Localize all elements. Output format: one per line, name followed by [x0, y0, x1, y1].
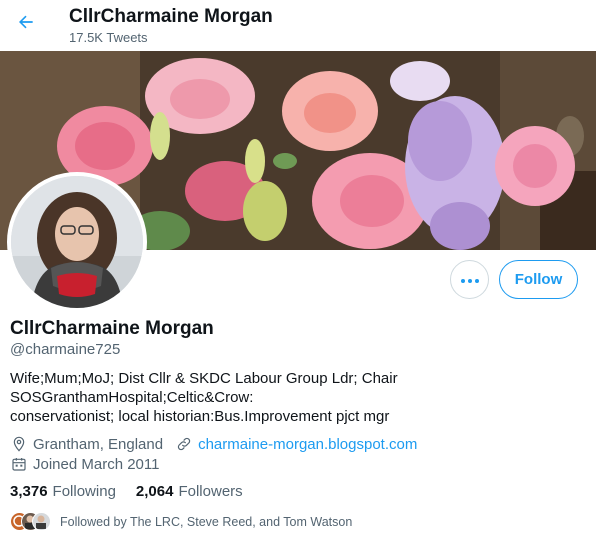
following-label: Following: [52, 483, 116, 500]
top-bar: CllrCharmaine Morgan 17.5K Tweets: [0, 0, 596, 51]
link-icon: [175, 435, 193, 453]
header-name: CllrCharmaine Morgan: [69, 6, 273, 27]
profile-bio: Wife;Mum;MoJ; Dist Cllr & SKDC Labour Gr…: [10, 369, 430, 426]
tweet-count: 17.5K Tweets: [69, 30, 148, 45]
calendar-icon: [10, 455, 28, 473]
bio-line: SOSGranthamHospital;Celtic&Crow:: [10, 389, 254, 406]
followers-label: Followers: [178, 483, 243, 500]
bio-line: Wife;Mum;MoJ; Dist Cllr & SKDC Labour Gr…: [10, 370, 398, 387]
mini-avatar: [32, 512, 51, 531]
arrow-left-icon: [16, 12, 36, 37]
bio-line: conservationist; local historian:Bus.Imp…: [10, 408, 390, 425]
location-pin-icon: [10, 435, 28, 453]
profile-avatar[interactable]: [7, 172, 147, 312]
joined-date: Joined March 2011: [33, 455, 160, 473]
following-count: 3,376: [10, 483, 48, 500]
website-link[interactable]: charmaine-morgan.blogspot.com: [198, 436, 417, 453]
followers-count: 2,064: [135, 483, 174, 500]
location-text: Grantham, England: [33, 435, 164, 453]
meta-row-joined: Joined March 2011: [10, 455, 159, 473]
followed-by-avatars: [10, 512, 51, 532]
back-button[interactable]: [10, 8, 42, 40]
followers-link[interactable]: 2,064 Followers: [136, 483, 243, 500]
display-name: CllrCharmaine Morgan: [10, 318, 214, 339]
meta-row-location-website: Grantham, England charmaine-morgan.blogs…: [10, 435, 417, 453]
following-link[interactable]: 3,376 Following: [10, 483, 116, 500]
more-options-button[interactable]: [450, 260, 489, 299]
followed-by-row[interactable]: Followed by The LRC, Steve Reed, and Tom…: [10, 512, 352, 532]
follow-stats: 3,376 Following 2,064 Followers: [10, 483, 263, 500]
user-handle: @charmaine725: [10, 341, 121, 358]
follow-button[interactable]: Follow: [499, 260, 578, 299]
more-dots-icon: [460, 271, 480, 289]
followed-by-text[interactable]: Followed by The LRC, Steve Reed, and Tom…: [60, 515, 352, 529]
